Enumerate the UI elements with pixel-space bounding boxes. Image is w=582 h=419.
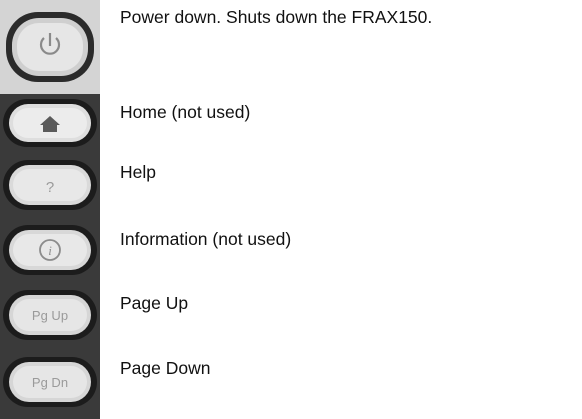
button-row-page-up: Pg Up Page Up — [0, 282, 582, 348]
page-down-description: Page Down — [120, 358, 211, 378]
power-button-photo — [0, 0, 100, 94]
home-button-photo — [0, 94, 100, 152]
page-down-button-photo: Pg Dn — [0, 348, 100, 419]
help-icon: ? — [0, 152, 100, 218]
page-up-description: Page Up — [120, 293, 189, 313]
power-description: Power down. Shuts down the FRAX150. — [120, 7, 433, 27]
svg-text:Pg Dn: Pg Dn — [32, 375, 68, 390]
info-button-photo: i — [0, 218, 100, 282]
home-description: Home (not used) — [120, 102, 251, 122]
page-down-icon: Pg Dn — [0, 348, 100, 419]
home-icon — [0, 94, 100, 152]
button-row-page-down: Pg Dn Page Down — [0, 348, 582, 419]
help-description: Help — [120, 162, 156, 182]
button-row-power: Power down. Shuts down the FRAX150. — [0, 0, 582, 94]
info-icon: i — [0, 218, 100, 282]
button-row-help: ? Help — [0, 152, 582, 218]
svg-text:i: i — [48, 243, 52, 258]
svg-text:Pg Up: Pg Up — [32, 308, 68, 323]
information-description: Information (not used) — [120, 229, 292, 249]
help-button-photo: ? — [0, 152, 100, 218]
button-row-information: i Information (not used) — [0, 218, 582, 282]
page-up-icon: Pg Up — [0, 282, 100, 348]
page-up-button-photo: Pg Up — [0, 282, 100, 348]
power-icon — [0, 0, 100, 94]
svg-text:?: ? — [46, 179, 54, 196]
button-row-home: Home (not used) — [0, 94, 582, 152]
